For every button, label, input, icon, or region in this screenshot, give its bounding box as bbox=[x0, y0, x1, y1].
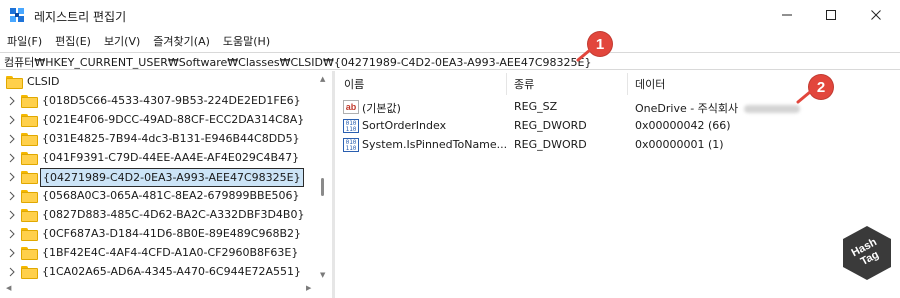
close-button[interactable] bbox=[853, 0, 899, 30]
chevron-right-icon bbox=[9, 210, 15, 220]
tree-item[interactable]: {031E4825-7B94-4dc3-B131-E946B44C8DD5} bbox=[0, 130, 320, 149]
folder-icon bbox=[21, 228, 38, 241]
title-bar: 레지스트리 편집기 bbox=[0, 0, 900, 30]
scroll-right-icon[interactable]: ▶ bbox=[306, 284, 311, 292]
folder-icon bbox=[21, 152, 38, 165]
tree-item-label: {1CA02A65-AD6A-4345-A470-6C944E72A551} bbox=[42, 265, 302, 278]
tree-item[interactable]: {1CA02A65-AD6A-4345-A470-6C944E72A551} bbox=[0, 263, 320, 282]
value-data-text: OneDrive - 주식회사 bbox=[635, 102, 739, 115]
tree-item-label: {021E4F06-9DCC-49AD-88CF-ECC2DA314C8A} bbox=[42, 113, 305, 126]
folder-icon bbox=[21, 247, 38, 260]
folder-icon bbox=[21, 114, 38, 127]
tree-item-label: {04271989-C4D2-0EA3-A993-AEE47C98325E} bbox=[40, 168, 304, 187]
menu-file[interactable]: 파일(F) bbox=[2, 33, 50, 49]
value-data: 0x00000042 (66) bbox=[635, 119, 731, 132]
value-row[interactable]: ab (기본값) REG_SZ OneDrive - 주식회사 bbox=[336, 98, 896, 117]
tree-item-label: {0CF687A3-D184-41D6-8B0E-89E489C968B2} bbox=[42, 227, 301, 240]
folder-icon bbox=[21, 171, 38, 184]
value-name: System.IsPinnedToName... bbox=[362, 138, 508, 151]
value-row[interactable]: 010 110 System.IsPinnedToName... REG_DWOR… bbox=[336, 136, 896, 155]
menu-help[interactable]: 도움말(H) bbox=[218, 33, 278, 49]
folder-icon bbox=[21, 95, 38, 108]
chevron-right-icon bbox=[9, 115, 15, 125]
redacted-text bbox=[744, 105, 801, 113]
tree-item-label: {1BF42E4C-4AF4-4CFD-A1A0-CF2960B8F63E} bbox=[42, 246, 299, 259]
minimize-button[interactable] bbox=[764, 0, 810, 30]
minimize-icon bbox=[782, 14, 792, 16]
menu-view[interactable]: 보기(V) bbox=[99, 33, 148, 49]
column-header-name[interactable]: 이름 bbox=[344, 71, 364, 97]
tree-item-selected[interactable]: {04271989-C4D2-0EA3-A993-AEE47C98325E} bbox=[0, 168, 320, 187]
value-data: OneDrive - 주식회사 bbox=[635, 100, 801, 116]
address-bar[interactable]: 컴퓨터₩HKEY_CURRENT_USER₩Software₩Classes₩C… bbox=[0, 52, 900, 70]
window-title: 레지스트리 편집기 bbox=[34, 10, 127, 24]
value-type: REG_DWORD bbox=[514, 138, 587, 151]
tree-item[interactable]: {041F9391-C79D-44EE-AA4E-AF4E029C4B47} bbox=[0, 149, 320, 168]
string-value-icon: ab bbox=[343, 100, 359, 114]
value-name: SortOrderIndex bbox=[362, 119, 447, 132]
chevron-right-icon bbox=[9, 229, 15, 239]
menu-favorites[interactable]: 즐겨찾기(A) bbox=[148, 33, 218, 49]
chevron-right-icon bbox=[9, 172, 15, 182]
tree-item-label: {041F9391-C79D-44EE-AA4E-AF4E029C4B47} bbox=[42, 151, 300, 164]
column-header-data[interactable]: 데이터 bbox=[635, 71, 665, 97]
scrollbar-thumb[interactable] bbox=[321, 178, 324, 196]
tree-item-label: {0827D883-485C-4D62-BA2C-A332DBF3D4B0} bbox=[42, 208, 305, 221]
value-type: REG_DWORD bbox=[514, 119, 587, 132]
maximize-button[interactable] bbox=[808, 0, 854, 30]
folder-icon bbox=[21, 133, 38, 146]
badge-pointer-icon bbox=[576, 48, 592, 62]
folder-icon bbox=[21, 190, 38, 203]
chevron-right-icon bbox=[9, 134, 15, 144]
values-list[interactable]: 이름 종류 데이터 ab (기본값) REG_SZ OneDrive - 주식회… bbox=[336, 71, 900, 298]
address-path[interactable]: 컴퓨터₩HKEY_CURRENT_USER₩Software₩Classes₩C… bbox=[4, 54, 591, 70]
tree-item[interactable]: {0827D883-485C-4D62-BA2C-A332DBF3D4B0} bbox=[0, 206, 320, 225]
hashtag-watermark-logo: Hash Tag bbox=[840, 224, 894, 282]
pane-splitter[interactable] bbox=[332, 71, 335, 298]
tree-item-label: {018D5C66-4533-4307-9B53-224DE2ED1FE6} bbox=[42, 94, 301, 107]
value-row[interactable]: 010 110 SortOrderIndex REG_DWORD 0x000000… bbox=[336, 117, 896, 136]
value-name: (기본값) bbox=[362, 102, 401, 115]
tree-vertical-scrollbar[interactable]: ▲ ▼ bbox=[318, 71, 328, 281]
menu-edit[interactable]: 편집(E) bbox=[50, 33, 99, 49]
key-tree[interactable]: CLSID {018D5C66-4533-4307-9B53-224DE2ED1… bbox=[0, 71, 330, 298]
chevron-right-icon bbox=[9, 96, 15, 106]
tree-item-label: {0568A0C3-065A-481C-8EA2-679899BBE506} bbox=[42, 189, 300, 202]
dword-value-icon: 010 110 bbox=[343, 138, 359, 152]
tree-item[interactable]: {0568A0C3-065A-481C-8EA2-679899BBE506} bbox=[0, 187, 320, 206]
column-divider[interactable] bbox=[627, 73, 628, 95]
dword-value-icon: 010 110 bbox=[343, 119, 359, 133]
tree-horizontal-scrollbar[interactable]: ◀ ▶ bbox=[0, 281, 330, 298]
chevron-right-icon bbox=[9, 267, 15, 277]
menu-bar: 파일(F) 편집(E) 보기(V) 즐겨찾기(A) 도움말(H) bbox=[0, 31, 900, 51]
tree-root-clsid[interactable]: CLSID bbox=[0, 73, 320, 92]
chevron-right-icon bbox=[9, 248, 15, 258]
chevron-right-icon bbox=[9, 191, 15, 201]
tree-item-label: CLSID bbox=[27, 75, 60, 88]
folder-icon bbox=[21, 266, 38, 279]
tree-item[interactable]: {021E4F06-9DCC-49AD-88CF-ECC2DA314C8A} bbox=[0, 111, 320, 130]
scroll-down-icon[interactable]: ▼ bbox=[320, 271, 325, 279]
tree-item-label: {031E4825-7B94-4dc3-B131-E946B44C8DD5} bbox=[42, 132, 300, 145]
value-data: 0x00000001 (1) bbox=[635, 138, 724, 151]
tree-item[interactable]: {0CF687A3-D184-41D6-8B0E-89E489C968B2} bbox=[0, 225, 320, 244]
scroll-left-icon[interactable]: ◀ bbox=[6, 284, 11, 292]
value-type: REG_SZ bbox=[514, 100, 558, 113]
column-divider[interactable] bbox=[506, 73, 507, 95]
scroll-up-icon[interactable]: ▲ bbox=[320, 75, 325, 83]
regedit-icon bbox=[10, 8, 24, 22]
tree-item[interactable]: {1BF42E4C-4AF4-4CFD-A1A0-CF2960B8F63E} bbox=[0, 244, 320, 263]
folder-icon bbox=[6, 76, 23, 89]
folder-icon bbox=[21, 209, 38, 222]
close-icon bbox=[871, 10, 881, 20]
column-header-type[interactable]: 종류 bbox=[514, 71, 534, 97]
chevron-right-icon bbox=[9, 153, 15, 163]
maximize-icon bbox=[826, 10, 836, 20]
tree-item[interactable]: {018D5C66-4533-4307-9B53-224DE2ED1FE6} bbox=[0, 92, 320, 111]
